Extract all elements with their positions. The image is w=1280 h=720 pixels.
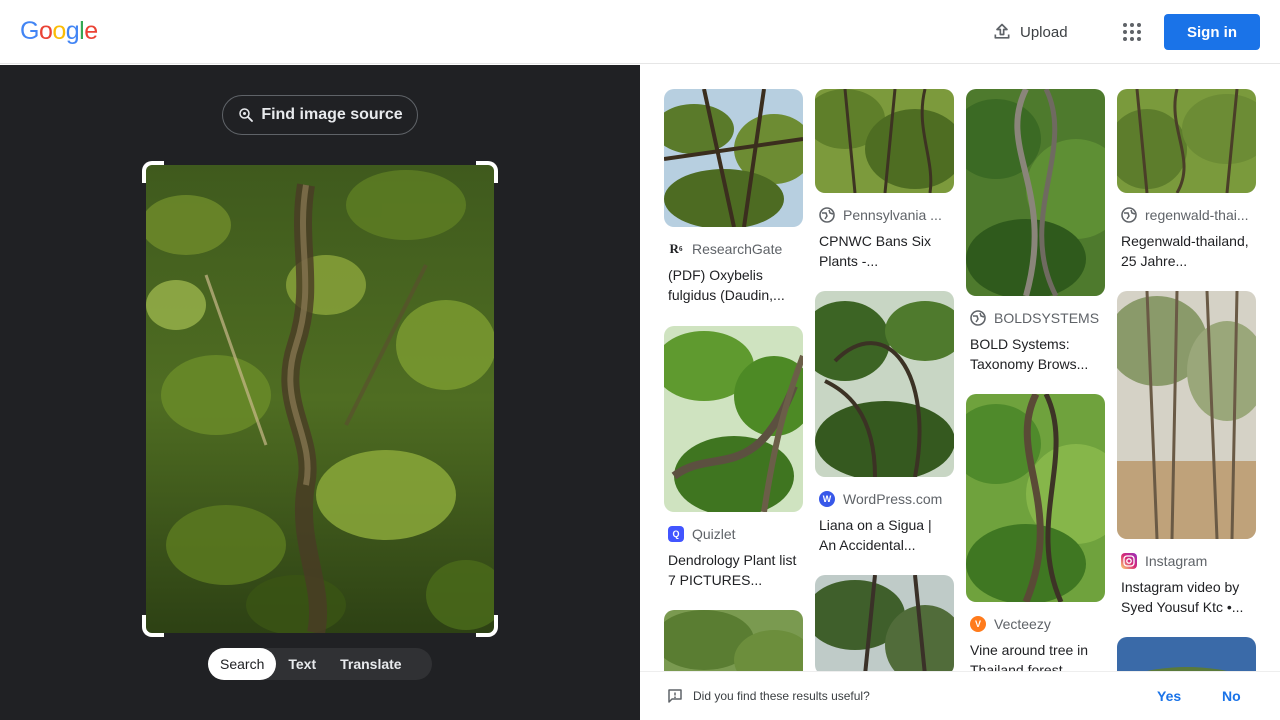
- result-thumbnail[interactable]: [1117, 291, 1256, 539]
- logo-letter-g: G: [20, 17, 39, 45]
- logo-letter-g2: g: [65, 17, 80, 45]
- feedback-question: Did you find these results useful?: [693, 689, 870, 703]
- result-card[interactable]: [815, 575, 954, 671]
- result-title[interactable]: Regenwald-thailand, 25 Jahre...: [1117, 231, 1256, 271]
- tab-translate[interactable]: Translate: [328, 648, 413, 680]
- result-thumbnail[interactable]: [664, 610, 803, 671]
- result-source: Pennsylvania ...: [843, 207, 942, 223]
- tab-search[interactable]: Search: [208, 648, 277, 680]
- feedback-no-button[interactable]: No: [1222, 688, 1241, 704]
- wordpress-icon: W: [819, 491, 835, 507]
- globe-icon: [1121, 207, 1137, 223]
- result-source: BOLDSYSTEMS: [994, 310, 1100, 326]
- result-thumbnail[interactable]: [966, 89, 1105, 296]
- result-source: WordPress.com: [843, 491, 943, 507]
- lens-search-icon: [239, 108, 254, 122]
- result-card[interactable]: BOLDSYSTEMS BOLD Systems: Taxonomy Brows…: [966, 89, 1105, 374]
- logo-letter-o2: o: [52, 17, 66, 45]
- upload-label: Upload: [1020, 23, 1068, 41]
- crop-handle-bottom-left[interactable]: [142, 615, 164, 637]
- result-title[interactable]: BOLD Systems: Taxonomy Brows...: [966, 334, 1105, 374]
- result-thumbnail[interactable]: [815, 575, 954, 671]
- result-title[interactable]: Vine around tree in Thailand forest...: [966, 640, 1105, 671]
- result-card[interactable]: R6 ResearchGate (PDF) Oxybelis fulgidus …: [664, 89, 803, 305]
- crop-handle-top-right[interactable]: [476, 161, 498, 183]
- query-image[interactable]: [146, 165, 494, 633]
- search-mode-tabs: Search Text Translate: [208, 648, 432, 680]
- tab-text[interactable]: Text: [276, 648, 328, 680]
- result-title[interactable]: Dendrology Plant list 7 PICTURES...: [664, 550, 803, 590]
- result-source: Vecteezy: [994, 616, 1051, 632]
- sign-in-button[interactable]: Sign in: [1164, 14, 1260, 50]
- result-card[interactable]: [664, 610, 803, 671]
- result-thumbnail[interactable]: [966, 394, 1105, 602]
- vecteezy-icon: V: [970, 616, 986, 632]
- top-bar: Google Upload Sign in: [0, 0, 1280, 64]
- apps-grid-icon[interactable]: [1120, 20, 1144, 44]
- crop-handle-top-left[interactable]: [142, 161, 164, 183]
- quizlet-icon: Q: [668, 526, 684, 542]
- result-thumbnail[interactable]: [1117, 89, 1256, 193]
- result-card[interactable]: Pennsylvania ... CPNWC Bans Six Plants -…: [815, 89, 954, 271]
- upload-button[interactable]: Upload: [992, 21, 1068, 43]
- result-source: Quizlet: [692, 526, 736, 542]
- feedback-bar: Did you find these results useful? Yes N…: [640, 671, 1280, 720]
- logo-letter-e: e: [84, 17, 98, 45]
- feedback-icon: [668, 689, 682, 703]
- crop-handle-bottom-right[interactable]: [476, 615, 498, 637]
- result-thumbnail[interactable]: [815, 291, 954, 477]
- result-card[interactable]: Q Quizlet Dendrology Plant list 7 PICTUR…: [664, 326, 803, 590]
- result-title[interactable]: (PDF) Oxybelis fulgidus (Daudin,...: [664, 265, 803, 305]
- result-card[interactable]: V Vecteezy Vine around tree in Thailand …: [966, 394, 1105, 671]
- result-thumbnail[interactable]: [815, 89, 954, 193]
- result-title[interactable]: CPNWC Bans Six Plants -...: [815, 231, 954, 271]
- result-card[interactable]: regenwald-thai... Regenwald-thailand, 25…: [1117, 89, 1256, 271]
- result-title[interactable]: Liana on a Sigua | An Accidental...: [815, 515, 954, 555]
- result-thumbnail[interactable]: [664, 89, 803, 227]
- result-title[interactable]: Instagram video by Syed Yousuf Ktc •...: [1117, 577, 1256, 617]
- result-card[interactable]: W WordPress.com Liana on a Sigua | An Ac…: [815, 291, 954, 555]
- result-source: regenwald-thai...: [1145, 207, 1249, 223]
- feedback-yes-button[interactable]: Yes: [1157, 688, 1181, 704]
- instagram-icon: [1121, 553, 1137, 569]
- result-source: ResearchGate: [692, 241, 783, 257]
- result-card[interactable]: Instagram Instagram video by Syed Yousuf…: [1117, 291, 1256, 617]
- result-thumbnail[interactable]: [664, 326, 803, 512]
- globe-icon: [819, 207, 835, 223]
- visual-matches-panel: R6 ResearchGate (PDF) Oxybelis fulgidus …: [640, 65, 1280, 671]
- logo-letter-o1: o: [38, 17, 53, 45]
- google-logo[interactable]: Google: [20, 17, 98, 46]
- result-source: Instagram: [1145, 553, 1208, 569]
- researchgate-icon: R6: [669, 241, 683, 256]
- result-card[interactable]: [1117, 637, 1256, 671]
- find-image-source-button[interactable]: Find image source: [222, 95, 418, 135]
- find-image-source-label: Find image source: [261, 106, 403, 123]
- result-thumbnail[interactable]: [1117, 637, 1256, 671]
- upload-icon: [994, 23, 1010, 39]
- query-image-pane: Find image source Search Text Translate: [0, 65, 640, 720]
- globe-icon: [970, 310, 986, 326]
